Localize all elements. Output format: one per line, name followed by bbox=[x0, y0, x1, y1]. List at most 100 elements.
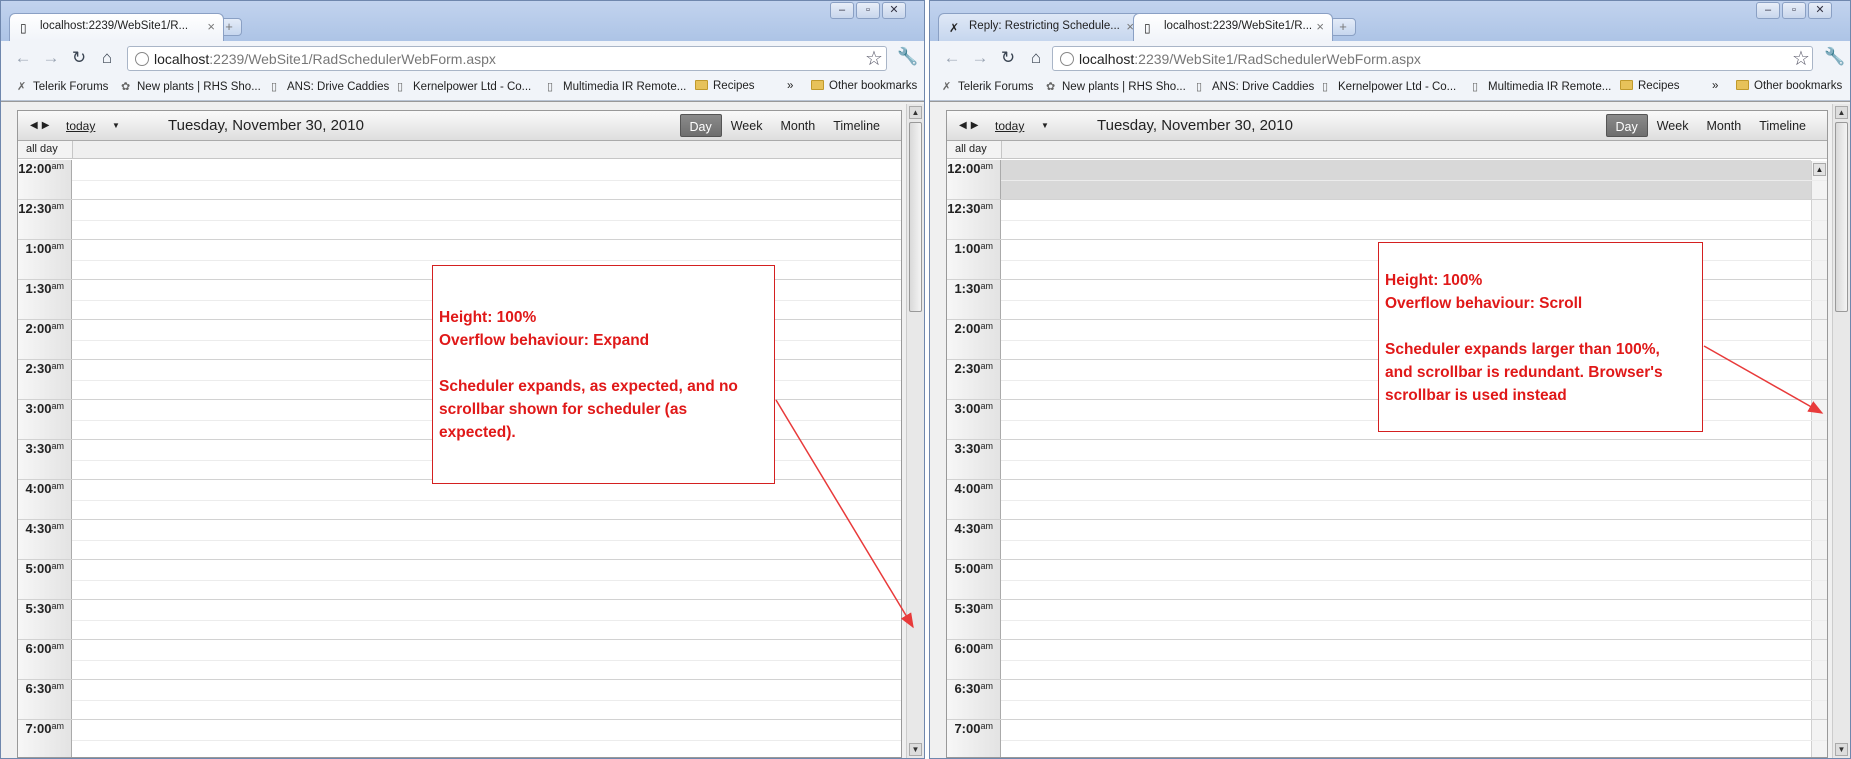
all-day-row: all day bbox=[18, 141, 901, 159]
time-slot-row[interactable]: 5:30am bbox=[947, 600, 1827, 640]
time-slot-row[interactable]: 6:30am bbox=[947, 680, 1827, 720]
address-bar[interactable]: localhost:2239/WebSite1/RadSchedulerWebF… bbox=[1052, 46, 1813, 71]
time-slot-row[interactable]: 5:00am bbox=[947, 560, 1827, 600]
view-day-button[interactable]: Day bbox=[679, 114, 722, 137]
view-week-button[interactable]: Week bbox=[1648, 114, 1698, 137]
view-month-button[interactable]: Month bbox=[771, 114, 824, 137]
tab-reply[interactable]: ✗ Reply: Restricting Schedule... × bbox=[938, 13, 1143, 41]
time-label-ampm: am bbox=[51, 721, 64, 731]
scroll-up-icon[interactable]: ▲ bbox=[1835, 106, 1848, 119]
annotation-line: Scheduler expands, as expected, and no bbox=[439, 378, 738, 395]
today-link[interactable]: today bbox=[66, 119, 95, 133]
maximize-button[interactable]: ▫ bbox=[856, 2, 880, 19]
bookmark-item[interactable]: ▯ Kernelpower Ltd - Co... bbox=[397, 80, 531, 93]
all-day-cell[interactable] bbox=[72, 141, 901, 158]
prev-next-arrows-icon[interactable]: ◀▶ bbox=[959, 120, 982, 131]
bookmark-item[interactable]: ▯ Multimedia IR Remote... bbox=[547, 80, 686, 93]
all-day-cell[interactable] bbox=[1001, 141, 1827, 158]
view-week-button[interactable]: Week bbox=[722, 114, 772, 137]
time-slot-row[interactable]: 5:00am bbox=[18, 560, 901, 600]
scroll-up-icon[interactable]: ▲ bbox=[909, 106, 922, 119]
reload-icon[interactable]: ↻ bbox=[69, 48, 89, 68]
home-icon[interactable]: ⌂ bbox=[1026, 48, 1046, 68]
time-label-ampm: am bbox=[980, 161, 993, 171]
bookmark-item[interactable]: Recipes bbox=[1620, 80, 1680, 92]
bookmark-item[interactable]: Recipes bbox=[695, 80, 755, 92]
tab-localhost[interactable]: ▯ localhost:2239/WebSite1/R... × bbox=[9, 13, 224, 41]
half-hour-line bbox=[1001, 180, 1827, 181]
view-day-button[interactable]: Day bbox=[1605, 114, 1648, 137]
scroll-down-icon[interactable]: ▼ bbox=[909, 743, 922, 756]
bookmarks-overflow-icon[interactable]: » bbox=[787, 80, 793, 92]
close-icon[interactable]: × bbox=[207, 19, 215, 34]
time-slot-row[interactable]: 6:00am bbox=[18, 640, 901, 680]
browser-scrollbar[interactable]: ▲ ▼ bbox=[1832, 104, 1850, 758]
dropdown-caret-icon[interactable]: ▼ bbox=[1041, 121, 1049, 130]
time-label-ampm: am bbox=[980, 401, 993, 411]
bookmarks-overflow-icon[interactable]: » bbox=[1712, 80, 1718, 92]
time-slot-row[interactable]: 7:00am bbox=[18, 720, 901, 757]
browser-scrollbar[interactable]: ▲ ▼ bbox=[906, 104, 924, 758]
reload-icon[interactable]: ↻ bbox=[998, 48, 1018, 68]
other-bookmarks[interactable]: Other bookmarks bbox=[1736, 80, 1842, 92]
address-bar[interactable]: localhost:2239/WebSite1/RadSchedulerWebF… bbox=[127, 46, 887, 71]
minimize-button[interactable]: – bbox=[1756, 2, 1780, 19]
prev-next-arrows-icon[interactable]: ◀▶ bbox=[30, 120, 53, 131]
close-window-button[interactable]: ✕ bbox=[882, 2, 906, 19]
scrollbar-thumb[interactable] bbox=[1835, 122, 1848, 312]
forward-arrow-icon[interactable]: → bbox=[41, 48, 61, 68]
view-month-button[interactable]: Month bbox=[1697, 114, 1750, 137]
bookmark-item[interactable]: ▯ ANS: Drive Caddies bbox=[271, 80, 389, 93]
bookmark-item[interactable]: ✿ New plants | RHS Sho... bbox=[121, 80, 261, 93]
back-arrow-icon[interactable]: ← bbox=[13, 48, 33, 68]
bookmark-item[interactable]: ✗ Telerik Forums bbox=[17, 80, 108, 93]
bookmark-item[interactable]: ▯ ANS: Drive Caddies bbox=[1196, 80, 1314, 93]
view-timeline-button[interactable]: Timeline bbox=[1750, 114, 1815, 137]
minimize-button[interactable]: – bbox=[830, 2, 854, 19]
time-label: 1:30am bbox=[947, 281, 999, 296]
time-label-ampm: am bbox=[980, 481, 993, 491]
forward-arrow-icon[interactable]: → bbox=[970, 48, 990, 68]
time-slot-row[interactable]: 4:00am bbox=[947, 480, 1827, 520]
bookmark-item[interactable]: ▯ Multimedia IR Remote... bbox=[1472, 80, 1611, 93]
wrench-icon[interactable]: 🔧 bbox=[897, 47, 918, 67]
back-arrow-icon[interactable]: ← bbox=[942, 48, 962, 68]
scroll-down-icon[interactable]: ▼ bbox=[1835, 743, 1848, 756]
time-slot-row[interactable]: 12:30am bbox=[947, 200, 1827, 240]
time-slot-row[interactable]: 5:30am bbox=[18, 600, 901, 640]
scrollbar-thumb[interactable] bbox=[909, 122, 922, 312]
close-window-button[interactable]: ✕ bbox=[1808, 2, 1832, 19]
time-label-text: 6:30 bbox=[954, 681, 981, 696]
view-timeline-button[interactable]: Timeline bbox=[824, 114, 889, 137]
time-label-text: 5:00 bbox=[954, 561, 981, 576]
bookmark-item[interactable]: ▯ Kernelpower Ltd - Co... bbox=[1322, 80, 1456, 93]
time-slot-row[interactable]: 6:00am bbox=[947, 640, 1827, 680]
time-slot-row[interactable]: 4:30am bbox=[947, 520, 1827, 560]
bookmark-star-icon[interactable]: ☆ bbox=[865, 46, 883, 71]
time-slot-row[interactable]: 4:30am bbox=[18, 520, 901, 560]
time-slot-row[interactable]: 4:00am bbox=[18, 480, 901, 520]
bookmark-label: Recipes bbox=[1638, 80, 1680, 92]
time-slot-row[interactable]: 12:30am bbox=[18, 200, 901, 240]
page-icon: ▯ bbox=[271, 81, 278, 93]
time-slot-row[interactable]: 6:30am bbox=[18, 680, 901, 720]
other-bookmarks[interactable]: Other bookmarks bbox=[811, 80, 917, 92]
close-icon[interactable]: × bbox=[1316, 19, 1324, 34]
time-slot-row[interactable]: 12:00am bbox=[947, 160, 1827, 200]
bookmark-star-icon[interactable]: ☆ bbox=[1792, 46, 1810, 71]
bookmark-item[interactable]: ✗ Telerik Forums bbox=[942, 80, 1033, 93]
time-slot-row[interactable]: 7:00am bbox=[947, 720, 1827, 757]
tab-localhost[interactable]: ▯ localhost:2239/WebSite1/R... × bbox=[1133, 13, 1333, 41]
home-icon[interactable]: ⌂ bbox=[97, 48, 117, 68]
today-link[interactable]: today bbox=[995, 119, 1024, 133]
time-label: 3:00am bbox=[947, 401, 999, 416]
time-slot-row[interactable]: 3:30am bbox=[947, 440, 1827, 480]
bookmark-item[interactable]: ✿ New plants | RHS Sho... bbox=[1046, 80, 1186, 93]
maximize-button[interactable]: ▫ bbox=[1782, 2, 1806, 19]
new-tab-button[interactable]: + bbox=[1330, 18, 1356, 36]
half-hour-line bbox=[72, 260, 901, 261]
time-label-ampm: am bbox=[51, 201, 64, 211]
dropdown-caret-icon[interactable]: ▼ bbox=[112, 121, 120, 130]
time-slot-row[interactable]: 12:00am bbox=[18, 160, 901, 200]
wrench-icon[interactable]: 🔧 bbox=[1824, 47, 1845, 67]
